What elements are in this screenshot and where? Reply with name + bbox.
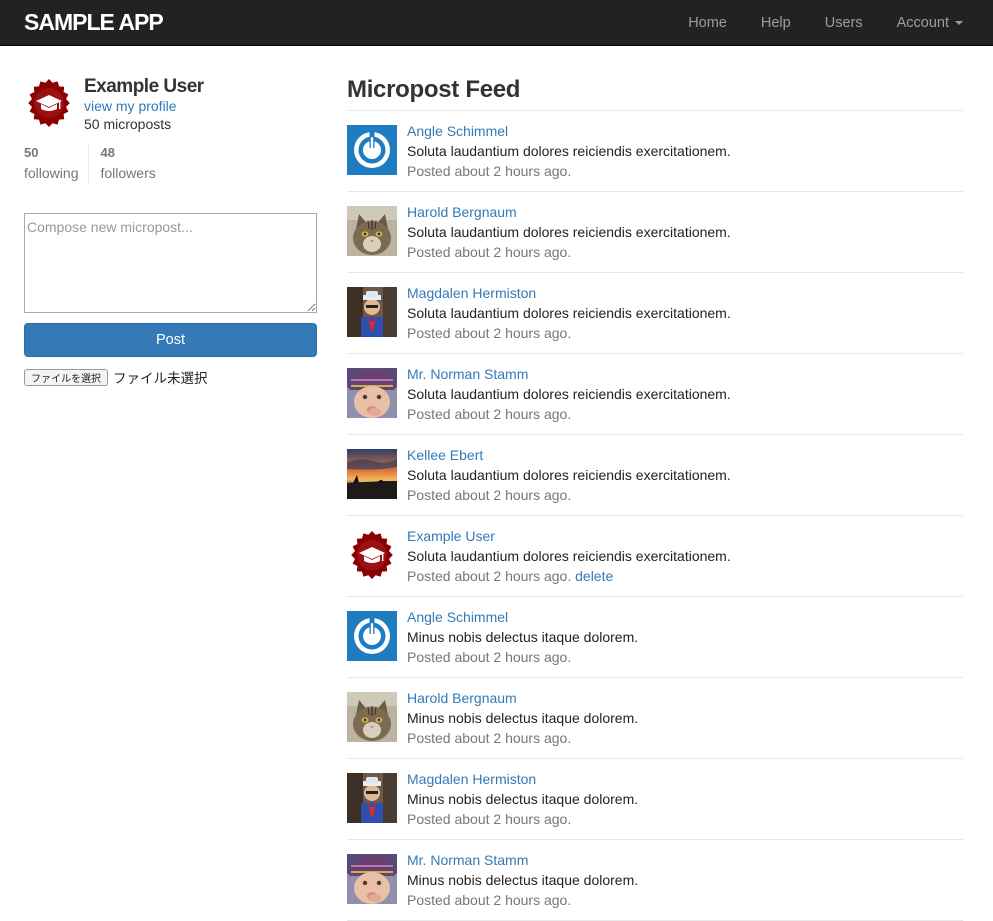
following-count: 50 — [24, 145, 39, 160]
nav-help[interactable]: Help — [761, 15, 791, 31]
post-content: Soluta laudantium dolores reiciendis exe… — [407, 305, 731, 321]
post-content: Soluta laudantium dolores reiciendis exe… — [407, 467, 731, 483]
micropost-count: 50 microposts — [84, 116, 172, 132]
post-content: Minus nobis delectus itaque dolorem. — [407, 791, 639, 807]
post-user-link[interactable]: Kellee Ebert — [407, 447, 483, 463]
main-nav: Home Help Users Account — [654, 0, 963, 46]
view-profile-link[interactable]: view my profile — [84, 98, 177, 114]
post-timestamp-row: Posted about 2 hours ago. — [407, 406, 571, 422]
post-content: Minus nobis delectus itaque dolorem. — [407, 710, 639, 726]
brand-logo[interactable]: SAMPLE APP — [24, 9, 164, 36]
post-timestamp: Posted about 2 hours ago. — [407, 406, 572, 422]
avatar-sunset-photo[interactable] — [347, 449, 397, 499]
post-user-link[interactable]: Harold Bergnaum — [407, 690, 517, 706]
micropost-feed: Micropost Feed Angle Schimmel Soluta laud… — [347, 72, 963, 921]
stats: 50 following 48 followers — [24, 144, 317, 184]
post-content: Minus nobis delectus itaque dolorem. — [407, 872, 639, 888]
post-user-link[interactable]: Harold Bergnaum — [407, 204, 517, 220]
post-timestamp: Posted about 2 hours ago. — [407, 568, 572, 584]
followers-stat[interactable]: 48 followers — [89, 144, 155, 184]
feed-item: Kellee Ebert Soluta laudantium dolores re… — [347, 435, 963, 516]
post-timestamp: Posted about 2 hours ago. — [407, 730, 572, 746]
post-user-link[interactable]: Example User — [407, 528, 495, 544]
user-info: Example User view my profile 50 micropos… — [24, 74, 317, 134]
following-label: following — [24, 165, 79, 181]
post-content: Soluta laudantium dolores reiciendis exe… — [407, 224, 731, 240]
nav-home[interactable]: Home — [688, 15, 727, 31]
post-timestamp: Posted about 2 hours ago. — [407, 811, 572, 827]
feed-item: Magdalen Hermiston Soluta laudantium dolo… — [347, 273, 963, 354]
avatar-cat-photo[interactable] — [347, 692, 397, 742]
feed-item: Mr. Norman Stamm Soluta laudantium dolore… — [347, 354, 963, 435]
nav-account-dropdown[interactable]: Account — [897, 15, 963, 31]
followers-label: followers — [100, 165, 156, 181]
caret-down-icon — [955, 21, 963, 25]
gravatar-graduation-cap-icon[interactable] — [24, 78, 74, 128]
post-user-link[interactable]: Angle Schimmel — [407, 123, 508, 139]
user-name: Example User — [84, 76, 204, 97]
post-content: Minus nobis delectus itaque dolorem. — [407, 629, 639, 645]
post-timestamp: Posted about 2 hours ago. — [407, 244, 572, 260]
avatar-baby-photo[interactable] — [347, 854, 397, 904]
post-timestamp-row: Posted about 2 hours ago. — [407, 163, 571, 179]
post-user-link[interactable]: Magdalen Hermiston — [407, 285, 536, 301]
feed-title: Micropost Feed — [347, 76, 521, 103]
feed-item: Example User Soluta laudantium dolores re… — [347, 516, 963, 597]
navbar: SAMPLE APP Home Help Users Account — [0, 0, 993, 46]
post-timestamp-row: Posted about 2 hours ago. — [407, 325, 571, 341]
post-button[interactable]: Post — [24, 323, 317, 357]
compose-micropost-input[interactable] — [24, 213, 317, 313]
following-stat[interactable]: 50 following — [24, 144, 90, 184]
file-picker: ファイルを選択 ファイル未選択 — [24, 367, 208, 387]
feed-item: Harold Bergnaum Minus nobis delectus itaq… — [347, 678, 963, 759]
post-timestamp-row: Posted about 2 hours ago. — [407, 487, 571, 503]
avatar-power-icon[interactable] — [347, 125, 397, 175]
nav-account-label: Account — [896, 15, 949, 31]
post-timestamp-row: Posted about 2 hours ago. — [407, 811, 571, 827]
post-timestamp: Posted about 2 hours ago. — [407, 892, 572, 908]
avatar-baby-photo[interactable] — [347, 368, 397, 418]
post-content: Soluta laudantium dolores reiciendis exe… — [407, 548, 731, 564]
post-timestamp: Posted about 2 hours ago. — [407, 163, 572, 179]
post-user-link[interactable]: Mr. Norman Stamm — [407, 852, 528, 868]
feed-item: Angle Schimmel Soluta laudantium dolores … — [347, 111, 963, 192]
delete-post-link[interactable]: delete — [575, 568, 613, 584]
post-user-link[interactable]: Angle Schimmel — [407, 609, 508, 625]
choose-file-button[interactable]: ファイルを選択 — [24, 368, 108, 386]
post-timestamp-row: Posted about 2 hours ago. — [407, 244, 571, 260]
post-content: Soluta laudantium dolores reiciendis exe… — [407, 143, 731, 159]
avatar-cat-photo[interactable] — [347, 206, 397, 256]
feed-item: Mr. Norman Stamm Minus nobis delectus ita… — [347, 840, 963, 921]
post-timestamp-row: Posted about 2 hours ago. delete — [407, 568, 613, 584]
avatar-graduation-cap-icon[interactable] — [347, 530, 397, 580]
post-timestamp-row: Posted about 2 hours ago. — [407, 892, 571, 908]
feed-list: Angle Schimmel Soluta laudantium dolores … — [347, 110, 963, 921]
sidebar: Example User view my profile 50 micropos… — [24, 74, 317, 387]
post-timestamp-row: Posted about 2 hours ago. — [407, 730, 571, 746]
post-user-link[interactable]: Magdalen Hermiston — [407, 771, 536, 787]
nav-users[interactable]: Users — [825, 15, 863, 31]
feed-item: Magdalen Hermiston Minus nobis delectus i… — [347, 759, 963, 840]
avatar-person-photo[interactable] — [347, 287, 397, 337]
followers-count: 48 — [100, 145, 115, 160]
feed-item: Angle Schimmel Minus nobis delectus itaqu… — [347, 597, 963, 678]
feed-item: Harold Bergnaum Soluta laudantium dolores… — [347, 192, 963, 273]
post-timestamp-row: Posted about 2 hours ago. — [407, 649, 571, 665]
post-content: Soluta laudantium dolores reiciendis exe… — [407, 386, 731, 402]
post-user-link[interactable]: Mr. Norman Stamm — [407, 366, 528, 382]
graduation-cap-svg — [28, 79, 70, 127]
post-timestamp: Posted about 2 hours ago. — [407, 649, 572, 665]
avatar-person-photo[interactable] — [347, 773, 397, 823]
avatar-power-icon[interactable] — [347, 611, 397, 661]
post-timestamp: Posted about 2 hours ago. — [407, 487, 572, 503]
file-status: ファイル未選択 — [113, 371, 208, 387]
post-timestamp: Posted about 2 hours ago. — [407, 325, 572, 341]
